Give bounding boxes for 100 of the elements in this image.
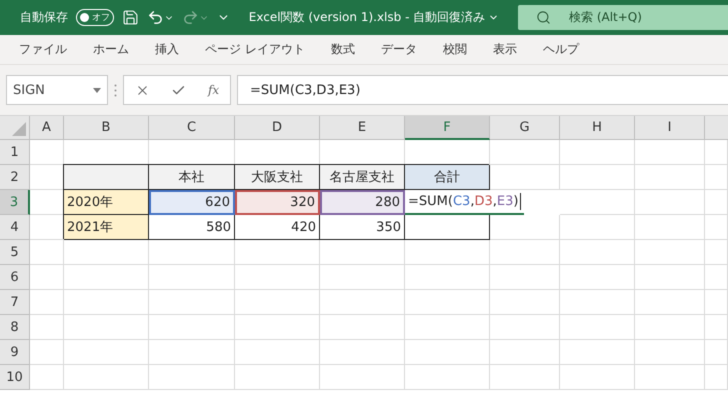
grid-cell[interactable] <box>560 340 635 365</box>
grid-cell[interactable] <box>635 240 705 265</box>
menu-tab[interactable]: ページ レイアウト <box>192 41 318 58</box>
menu-tab[interactable]: 挿入 <box>142 41 192 58</box>
save-icon[interactable] <box>122 9 139 26</box>
grid-cell[interactable] <box>705 215 728 240</box>
column-header[interactable]: F <box>405 116 490 140</box>
grid-cell[interactable] <box>149 340 235 365</box>
cell-editor[interactable]: =SUM(C3,D3,E3) <box>405 190 524 215</box>
select-all-icon[interactable] <box>12 122 26 136</box>
grid-cell[interactable] <box>64 340 149 365</box>
row-header[interactable]: 1 <box>0 140 30 165</box>
grid-cell[interactable] <box>635 215 705 240</box>
undo-button[interactable] <box>147 9 174 26</box>
grid-cell[interactable] <box>635 290 705 315</box>
grid-cell[interactable] <box>320 290 405 315</box>
grid-cell[interactable] <box>405 290 490 315</box>
grid-cell[interactable] <box>30 240 64 265</box>
row-header[interactable]: 3 <box>0 190 30 215</box>
row-header[interactable]: 9 <box>0 340 30 365</box>
grid-cell[interactable] <box>30 365 64 390</box>
grid-cell[interactable] <box>490 215 560 240</box>
grid-cell[interactable] <box>235 365 320 390</box>
grid-cell[interactable] <box>560 290 635 315</box>
grid-cell[interactable] <box>635 315 705 340</box>
row-header[interactable]: 8 <box>0 315 30 340</box>
grid-cell[interactable] <box>705 290 728 315</box>
grid-cell[interactable] <box>149 315 235 340</box>
grid-cell[interactable] <box>635 140 705 165</box>
grid-cell[interactable] <box>64 265 149 290</box>
grid-cell[interactable] <box>560 315 635 340</box>
name-box[interactable]: SIGN <box>6 75 108 105</box>
menu-tab[interactable]: ヘルプ <box>530 41 592 58</box>
grid-cell[interactable] <box>560 165 635 190</box>
grid-cell[interactable] <box>705 240 728 265</box>
grid-cell[interactable] <box>64 365 149 390</box>
grid-cell[interactable] <box>490 290 560 315</box>
column-header[interactable]: H <box>560 116 635 140</box>
grid-cell[interactable] <box>30 315 64 340</box>
menu-tab[interactable]: データ <box>368 41 430 58</box>
grid-cell[interactable] <box>235 290 320 315</box>
column-header[interactable]: B <box>64 116 149 140</box>
grid-cell[interactable] <box>635 165 705 190</box>
column-header[interactable]: I <box>635 116 705 140</box>
menu-tab[interactable]: ホーム <box>80 41 142 58</box>
grid-cell[interactable] <box>490 365 560 390</box>
grid-cell[interactable] <box>320 265 405 290</box>
grid-cell[interactable] <box>490 315 560 340</box>
column-header[interactable]: C <box>149 116 235 140</box>
grid-cell[interactable] <box>560 240 635 265</box>
menu-tab[interactable]: 表示 <box>480 41 530 58</box>
grid-cell[interactable] <box>705 265 728 290</box>
grid-cell[interactable] <box>705 190 728 215</box>
autosave-toggle[interactable]: オフ <box>76 9 114 26</box>
grid-cell[interactable] <box>149 290 235 315</box>
grid-cell[interactable] <box>490 340 560 365</box>
column-header[interactable]: E <box>320 116 405 140</box>
grid-cell[interactable] <box>64 240 149 265</box>
grid-cell[interactable] <box>30 140 64 165</box>
grid-cell[interactable] <box>30 265 64 290</box>
grid-cell[interactable] <box>635 265 705 290</box>
column-header[interactable]: A <box>30 116 64 140</box>
row-header[interactable]: 10 <box>0 365 30 390</box>
grid-cell[interactable] <box>705 165 728 190</box>
grid-cell[interactable] <box>149 240 235 265</box>
column-header[interactable]: D <box>235 116 320 140</box>
grid-cell[interactable] <box>560 140 635 165</box>
row-header[interactable]: 4 <box>0 215 30 240</box>
grid-cell[interactable] <box>560 215 635 240</box>
grid-cell[interactable] <box>320 340 405 365</box>
grid-cell[interactable] <box>405 340 490 365</box>
column-header[interactable] <box>705 116 728 140</box>
grid-cell[interactable] <box>560 365 635 390</box>
row-header[interactable]: 2 <box>0 165 30 190</box>
grid-cell[interactable] <box>705 340 728 365</box>
menu-tab[interactable]: 数式 <box>318 41 368 58</box>
menu-tab[interactable]: ファイル <box>6 41 80 58</box>
grid-cell[interactable] <box>705 140 728 165</box>
grid-cell[interactable] <box>235 265 320 290</box>
grid-cell[interactable] <box>490 140 560 165</box>
insert-function-button[interactable]: fx <box>208 83 220 97</box>
grid-cell[interactable] <box>705 315 728 340</box>
grid-cell[interactable] <box>235 315 320 340</box>
grid-cell[interactable] <box>235 240 320 265</box>
grid-cell[interactable] <box>405 365 490 390</box>
grid-cell[interactable] <box>30 290 64 315</box>
row-header[interactable]: 6 <box>0 265 30 290</box>
grid-cell[interactable] <box>30 340 64 365</box>
grid-cell[interactable] <box>635 340 705 365</box>
row-header[interactable]: 5 <box>0 240 30 265</box>
row-header[interactable]: 7 <box>0 290 30 315</box>
grid-cell[interactable] <box>405 240 490 265</box>
grid-cell[interactable] <box>320 240 405 265</box>
grid-cell[interactable] <box>560 265 635 290</box>
grid-cell[interactable] <box>64 290 149 315</box>
grid-cell[interactable] <box>405 265 490 290</box>
grid-cell[interactable] <box>149 365 235 390</box>
grid-cell[interactable] <box>235 340 320 365</box>
grid-cell[interactable] <box>64 315 149 340</box>
grid-cell[interactable] <box>560 190 635 215</box>
